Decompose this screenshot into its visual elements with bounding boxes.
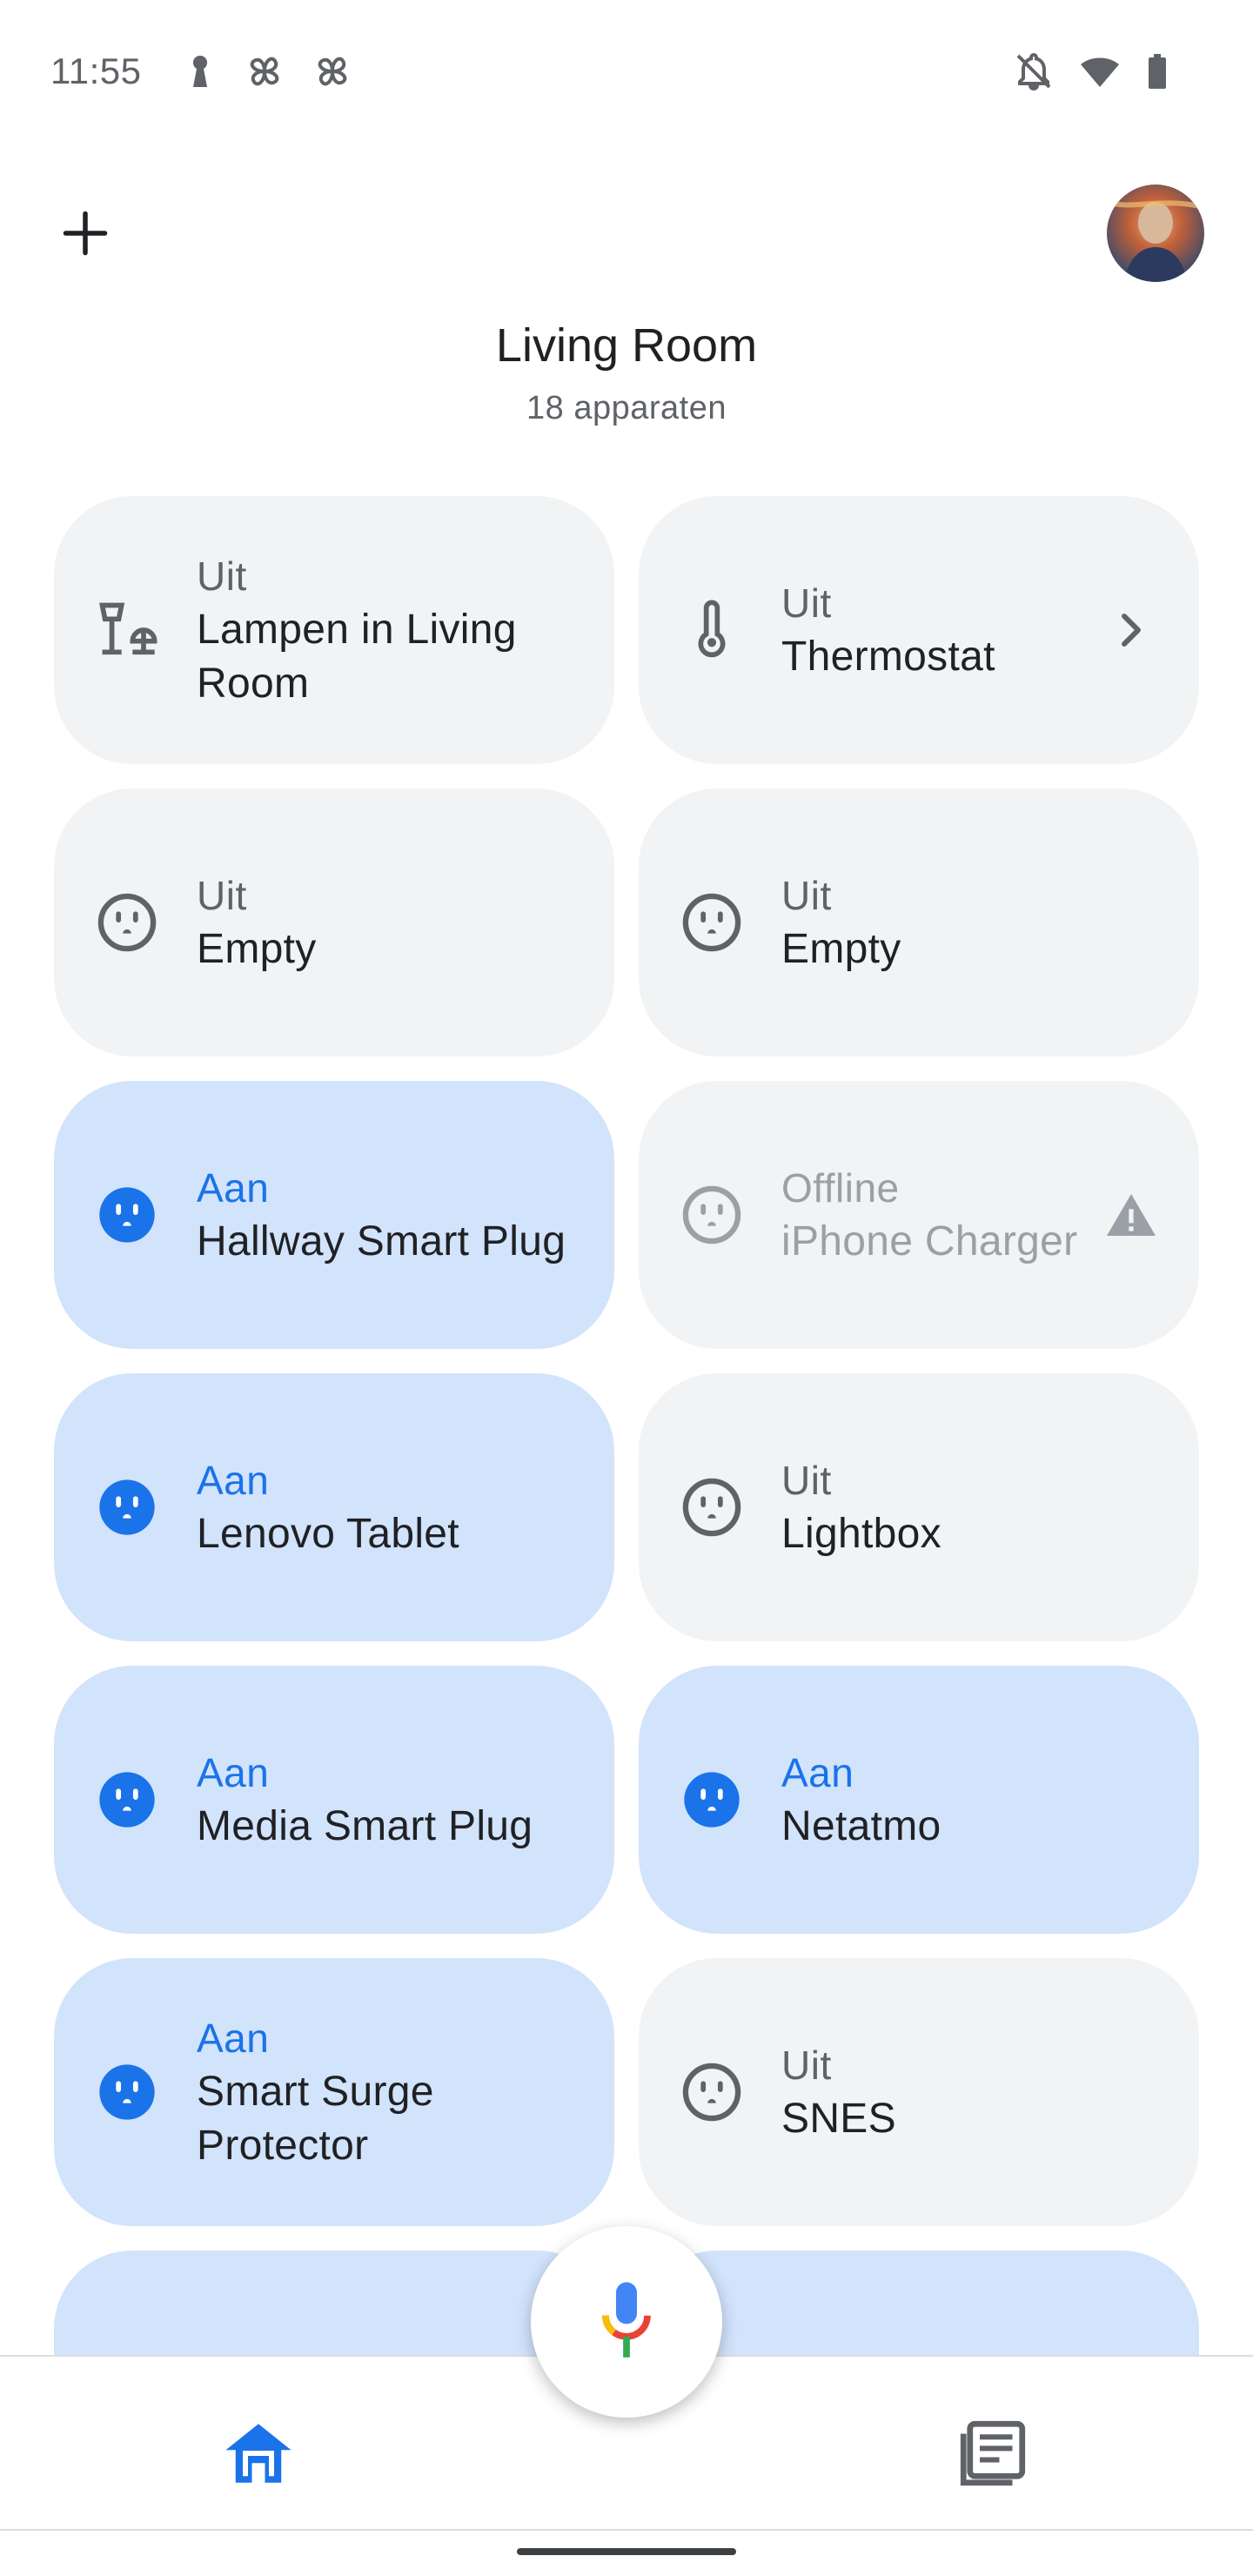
pinwheel-icon: [250, 57, 279, 86]
warning-icon: [1103, 1187, 1159, 1243]
avatar[interactable]: [1107, 184, 1204, 282]
device-name: Media Smart Plug: [197, 1803, 533, 1849]
device-state: Aan: [197, 2016, 270, 2061]
keyhole-icon: [192, 55, 208, 87]
device-tile[interactable]: Uit Thermostat: [639, 496, 1199, 764]
outlet-icon[interactable]: [94, 2059, 160, 2125]
plus-icon: [63, 211, 108, 256]
device-name: Empty: [197, 926, 317, 972]
device-tile[interactable]: Aan Media Smart Plug: [54, 1666, 614, 1934]
nav-feed-tab[interactable]: [954, 2414, 1032, 2492]
device-state: Aan: [197, 1165, 270, 1211]
device-tile[interactable]: Offline iPhone Charger: [639, 1081, 1199, 1349]
wifi-icon: [1081, 57, 1119, 87]
device-tile[interactable]: Aan Hallway Smart Plug: [54, 1081, 614, 1349]
page-title: Living Room: [495, 319, 758, 372]
gesture-handle[interactable]: [517, 2548, 736, 2555]
device-state: Uit: [781, 873, 832, 918]
device-state: Uit: [197, 873, 247, 918]
device-state: Aan: [781, 1750, 854, 1795]
avatar-image: [1107, 184, 1204, 282]
device-tile[interactable]: Aan Lenovo Tablet: [54, 1373, 614, 1641]
device-tile[interactable]: Uit Lightbox: [639, 1373, 1199, 1641]
feed-icon: [960, 2420, 1026, 2486]
home-icon: [225, 2424, 291, 2483]
chevron-right-icon[interactable]: [1103, 602, 1159, 658]
add-button[interactable]: [54, 202, 117, 265]
thermometer-icon[interactable]: [679, 597, 745, 663]
outlet-icon[interactable]: [94, 1767, 160, 1833]
device-tile[interactable]: Aan Smart Surge Protector: [54, 1958, 614, 2226]
bell-off-icon: [1016, 53, 1051, 91]
device-state: Uit: [781, 1458, 832, 1503]
outlet-icon[interactable]: [679, 1474, 745, 1540]
pinwheel-icon: [318, 57, 347, 86]
device-name: SNES: [781, 2096, 896, 2142]
status-bar: 11:55: [0, 0, 1253, 148]
device-state: Uit: [781, 2043, 832, 2088]
outlet-icon[interactable]: [94, 1474, 160, 1540]
microphone-icon: [602, 2282, 651, 2358]
device-state: Uit: [197, 553, 247, 599]
device-name: Lightbox: [781, 1511, 941, 1557]
status-time: 11:55: [50, 50, 142, 91]
device-state: Aan: [197, 1750, 270, 1795]
outlet-icon[interactable]: [679, 1182, 745, 1248]
outlet-icon[interactable]: [94, 889, 160, 956]
device-name: Netatmo: [781, 1803, 941, 1849]
device-tile[interactable]: Uit SNES: [639, 1958, 1199, 2226]
device-state: Aan: [197, 1458, 270, 1503]
outlet-icon[interactable]: [679, 889, 745, 956]
outlet-icon[interactable]: [679, 2059, 745, 2125]
voice-assistant-button[interactable]: [531, 2226, 722, 2418]
nav-home-tab[interactable]: [219, 2414, 298, 2492]
outlet-icon[interactable]: [94, 1182, 160, 1248]
device-tile[interactable]: Aan Netatmo: [639, 1666, 1199, 1934]
lamp-group-icon[interactable]: [94, 597, 160, 663]
device-name: Lenovo Tablet: [197, 1511, 459, 1557]
device-name: Lampen in Living Room: [197, 607, 517, 707]
device-tile[interactable]: Uit Lampen in Living Room: [54, 496, 614, 764]
device-name: Hallway Smart Plug: [197, 1218, 566, 1265]
device-count: 18 apparaten: [526, 390, 727, 426]
device-name: Empty: [781, 926, 901, 972]
battery-icon: [1149, 54, 1166, 89]
device-tile[interactable]: Uit Empty: [54, 788, 614, 1057]
device-name: Smart Surge Protector: [197, 2069, 434, 2169]
outlet-icon[interactable]: [679, 1767, 745, 1833]
device-tile[interactable]: Uit Empty: [639, 788, 1199, 1057]
